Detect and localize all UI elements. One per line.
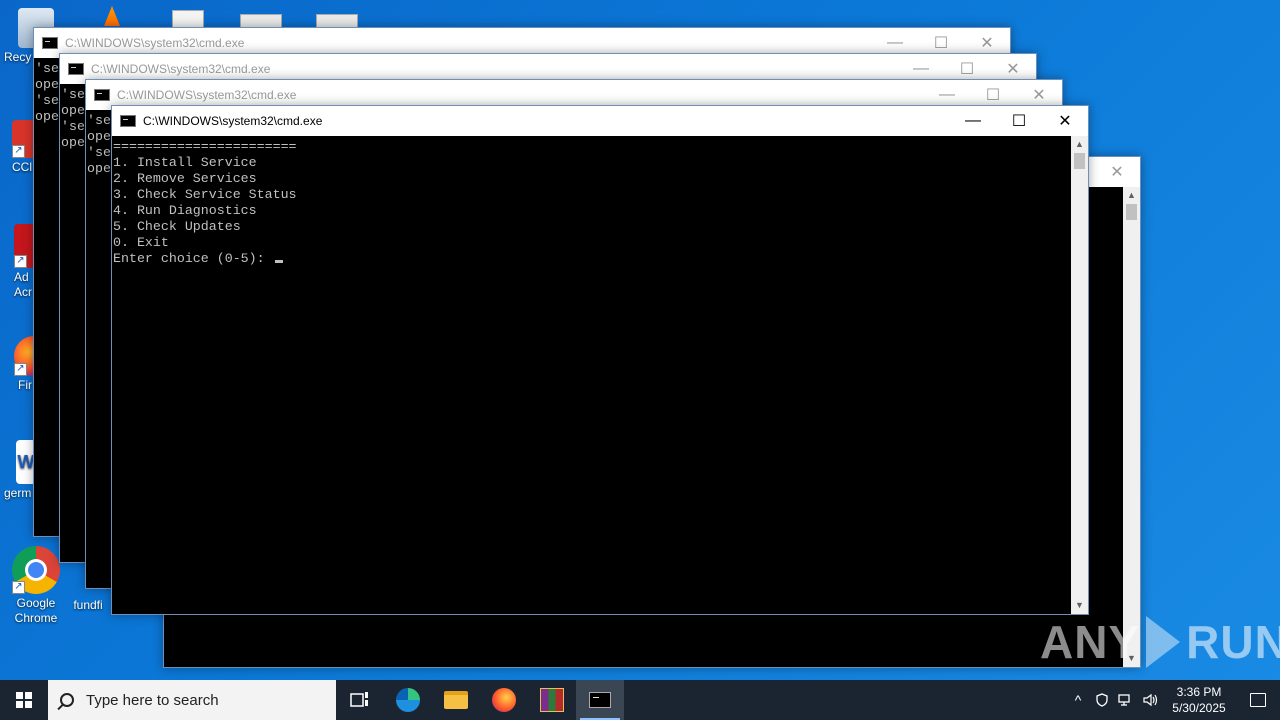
- vertical-scrollbar[interactable]: ▲ ▼: [1123, 187, 1140, 667]
- cmd-icon: [589, 692, 611, 708]
- folder-icon: [444, 691, 468, 709]
- winrar-icon: [540, 688, 564, 712]
- cmd-icon: [68, 63, 84, 75]
- desktop: Recy ↗ CCl ↗ Ad Acr ↗ Fir W germ ↗ Googl…: [0, 0, 1280, 680]
- cmd-taskbar-button[interactable]: [576, 680, 624, 720]
- window-titlebar[interactable]: C:\WINDOWS\system32\cmd.exe — ☐ ✕: [112, 106, 1088, 136]
- settings-file-icon[interactable]: [316, 14, 358, 28]
- shortcut-arrow-icon: ↗: [14, 363, 27, 376]
- edge-taskbar-button[interactable]: [384, 680, 432, 720]
- shortcut-arrow-icon: ↗: [12, 581, 25, 594]
- show-hidden-icons-chevron-icon[interactable]: ^: [1066, 680, 1090, 720]
- security-icon[interactable]: [1090, 680, 1114, 720]
- document-icon[interactable]: [172, 10, 204, 28]
- cmd-icon: [42, 37, 58, 49]
- network-icon[interactable]: [1114, 680, 1138, 720]
- windows-logo-icon: [16, 692, 32, 708]
- settings-file-icon[interactable]: [240, 14, 282, 28]
- file-explorer-taskbar-button[interactable]: [432, 680, 480, 720]
- menu-option: 5. Check Updates: [113, 219, 241, 234]
- play-icon: [1146, 616, 1181, 668]
- scroll-thumb[interactable]: [1126, 204, 1137, 220]
- clock-time: 3:36 PM: [1176, 685, 1222, 699]
- menu-option: 1. Install Service: [113, 155, 257, 170]
- minimize-button[interactable]: —: [950, 106, 996, 136]
- window-title: C:\WINDOWS\system32\cmd.exe: [65, 36, 245, 50]
- edge-icon: [396, 688, 420, 712]
- cmd-icon: [94, 89, 110, 101]
- task-view-button[interactable]: [336, 680, 384, 720]
- maximize-button[interactable]: ☐: [996, 106, 1042, 136]
- winrar-taskbar-button[interactable]: [528, 680, 576, 720]
- system-tray: ^ 3:36 PM 5/30/2025: [1066, 680, 1280, 720]
- watermark-text-left: ANY: [1040, 616, 1141, 668]
- close-button[interactable]: ✕: [1094, 157, 1140, 187]
- search-placeholder: Type here to search: [86, 691, 219, 709]
- notification-center-button[interactable]: [1236, 680, 1280, 720]
- menu-option: 4. Run Diagnostics: [113, 203, 257, 218]
- taskbar: Type here to search ^ 3:36 PM 5/30/2025: [0, 680, 1280, 720]
- scroll-up-arrow-icon[interactable]: ▲: [1123, 187, 1140, 204]
- scroll-up-arrow-icon[interactable]: ▲: [1071, 136, 1088, 153]
- text-cursor: [274, 260, 283, 263]
- shortcut-arrow-icon: ↗: [14, 255, 27, 268]
- volume-icon[interactable]: [1138, 680, 1162, 720]
- cmd-icon: [120, 115, 136, 127]
- input-prompt: Enter choice (0-5):: [113, 251, 273, 266]
- watermark-text-right: RUN: [1186, 616, 1280, 668]
- anyrun-watermark: ANY RUN: [1040, 612, 1280, 672]
- menu-option: 3. Check Service Status: [113, 187, 297, 202]
- fundfi-file-icon[interactable]: fundfi: [58, 598, 118, 613]
- clock[interactable]: 3:36 PM 5/30/2025: [1162, 684, 1236, 716]
- desktop-icon-label: fundfi: [73, 598, 103, 612]
- menu-separator: =======================: [113, 139, 297, 154]
- cmd-window-active[interactable]: C:\WINDOWS\system32\cmd.exe — ☐ ✕ ======…: [111, 105, 1089, 615]
- menu-option: 2. Remove Services: [113, 171, 257, 186]
- notification-icon: [1250, 693, 1266, 707]
- window-controls: — ☐ ✕: [950, 106, 1088, 136]
- search-icon: [60, 693, 74, 707]
- input-prompt-line[interactable]: Enter choice (0-5):: [113, 251, 1071, 267]
- close-button[interactable]: ✕: [1042, 106, 1088, 136]
- taskbar-search-box[interactable]: Type here to search: [48, 680, 336, 720]
- task-view-icon: [350, 692, 368, 707]
- start-button[interactable]: [0, 680, 48, 720]
- window-title: C:\WINDOWS\system32\cmd.exe: [143, 114, 323, 128]
- console-output[interactable]: ======================= 1. Install Servic…: [112, 136, 1071, 614]
- firefox-icon: [492, 688, 516, 712]
- vlc-shortcut-icon[interactable]: [104, 6, 120, 26]
- clock-date: 5/30/2025: [1172, 701, 1226, 715]
- scroll-thumb[interactable]: [1074, 153, 1085, 169]
- window-controls: ✕: [1094, 157, 1140, 187]
- window-title: C:\WINDOWS\system32\cmd.exe: [117, 88, 297, 102]
- firefox-taskbar-button[interactable]: [480, 680, 528, 720]
- menu-option: 0. Exit: [113, 235, 169, 250]
- window-title: C:\WINDOWS\system32\cmd.exe: [91, 62, 271, 76]
- shortcut-arrow-icon: ↗: [12, 145, 25, 158]
- vertical-scrollbar[interactable]: ▲ ▼: [1071, 136, 1088, 614]
- chrome-image: ↗: [12, 546, 60, 594]
